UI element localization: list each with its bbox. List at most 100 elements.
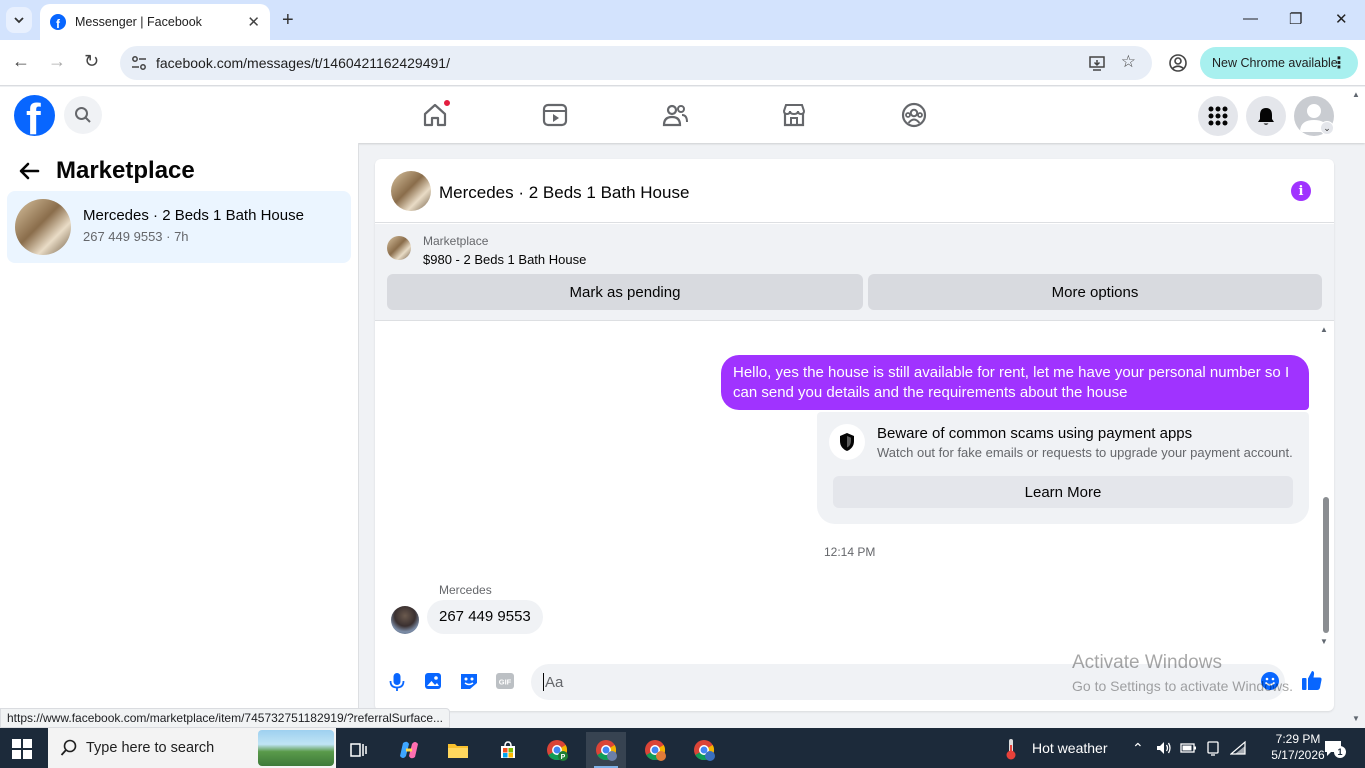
install-app-icon[interactable]	[1088, 54, 1106, 72]
clock-time: 7:29 PM	[1275, 732, 1321, 746]
restore-icon[interactable]: ❐	[1289, 10, 1302, 28]
notifications-button[interactable]	[1246, 96, 1286, 136]
battery-icon[interactable]	[1180, 740, 1198, 756]
chrome-profile-blue-icon[interactable]	[684, 732, 724, 768]
task-view-icon[interactable]	[339, 732, 379, 768]
facebook-top-nav: f	[0, 87, 1365, 143]
video-icon[interactable]	[541, 101, 569, 129]
more-options-button[interactable]: More options	[868, 274, 1322, 310]
chat-scrollbar-thumb[interactable]	[1323, 497, 1329, 633]
marketplace-icon[interactable]	[780, 101, 808, 129]
site-settings-icon[interactable]	[130, 54, 148, 72]
outgoing-message[interactable]: Hello, yes the house is still available …	[721, 355, 1309, 410]
microphone-icon[interactable]	[389, 672, 405, 692]
chat-panel: Mercedes · 2 Beds 1 Bath House i Marketp…	[375, 159, 1334, 711]
incoming-sender-name: Mercedes	[439, 583, 492, 597]
groups-icon[interactable]	[900, 101, 928, 129]
facebook-favicon-icon: f	[50, 14, 66, 30]
gif-icon[interactable]: GIF	[495, 672, 515, 690]
svg-text:P: P	[561, 754, 566, 761]
bookmark-star-icon[interactable]: ☆	[1121, 52, 1136, 72]
account-chevron-icon[interactable]: ⌄	[1320, 121, 1334, 135]
chrome-active-window-icon[interactable]	[586, 732, 626, 768]
window-close-icon[interactable]: ✕	[1335, 10, 1348, 28]
conversation-name: Mercedes · 2 Beds 1 Bath House	[83, 207, 304, 224]
speaker-icon[interactable]	[1156, 740, 1172, 756]
show-hidden-icons-chevron-icon[interactable]: ⌃	[1132, 740, 1144, 757]
shield-icon	[840, 433, 854, 451]
browser-tab-strip: f Messenger | Facebook ✕ + — ❐ ✕	[0, 0, 1365, 40]
warning-title: Beware of common scams using payment app…	[877, 425, 1193, 442]
activate-windows-watermark: Activate Windows Go to Settings to activ…	[1072, 652, 1293, 694]
chat-title[interactable]: Mercedes · 2 Beds 1 Bath House	[439, 183, 689, 203]
chrome-profile-icon[interactable]	[1168, 53, 1188, 73]
tab-search-button[interactable]	[6, 7, 32, 33]
back-arrow-icon[interactable]	[18, 160, 40, 182]
facebook-search-button[interactable]	[64, 96, 102, 134]
listing-mini-thumbnail[interactable]	[387, 236, 411, 260]
page-scroll-up-arrow-icon[interactable]: ▲	[1352, 90, 1360, 99]
chrome-profile-p-icon[interactable]: P	[537, 732, 577, 768]
sidebar-header: Marketplace	[18, 157, 195, 185]
microsoft-store-icon[interactable]	[488, 732, 528, 768]
sender-avatar[interactable]	[391, 606, 419, 634]
file-explorer-icon[interactable]	[438, 732, 478, 768]
menu-grid-button[interactable]	[1198, 96, 1238, 136]
url-text: facebook.com/messages/t/1460421162429491…	[156, 55, 450, 71]
new-chrome-available-button[interactable]: New Chrome available ⋮	[1200, 47, 1358, 79]
search-icon	[60, 739, 77, 756]
chrome-profile-orange-icon[interactable]	[635, 732, 675, 768]
taskbar-search-box[interactable]: Type here to search	[48, 728, 336, 768]
weather-text[interactable]: Hot weather	[1032, 740, 1107, 756]
notification-center-button[interactable]: 1	[1324, 739, 1346, 762]
conversation-item[interactable]: Mercedes · 2 Beds 1 Bath House 267 449 9…	[7, 191, 351, 263]
minimize-icon[interactable]: —	[1243, 10, 1258, 27]
back-arrow-icon[interactable]: ←	[12, 51, 30, 72]
new-chrome-label: New Chrome available	[1212, 56, 1338, 70]
copilot-icon[interactable]	[389, 732, 429, 768]
taskbar-clock[interactable]: 7:29 PM 5/17/2026	[1270, 731, 1326, 763]
forward-arrow-icon[interactable]: →	[48, 51, 66, 72]
new-tab-button[interactable]: +	[282, 9, 294, 32]
message-timestamp: 12:14 PM	[824, 545, 876, 559]
browser-tab[interactable]: f Messenger | Facebook ✕	[40, 4, 270, 40]
windows-start-icon[interactable]	[12, 739, 32, 759]
listing-price-title[interactable]: $980 - 2 Beds 1 Bath House	[423, 252, 586, 267]
conversation-preview: 267 449 9553 · 7h	[83, 229, 189, 244]
scroll-up-arrow-icon[interactable]: ▲	[1320, 325, 1328, 334]
close-tab-icon[interactable]: ✕	[247, 13, 260, 31]
chrome-menu-icon[interactable]: ⋮	[1331, 53, 1347, 73]
browser-toolbar: ← → ↻ facebook.com/messages/t/1460421162…	[0, 40, 1365, 86]
address-bar[interactable]: facebook.com/messages/t/1460421162429491…	[120, 46, 1152, 80]
thermometer-icon[interactable]	[1004, 737, 1018, 761]
sticker-icon[interactable]	[459, 672, 479, 690]
mark-as-pending-button[interactable]: Mark as pending	[387, 274, 863, 310]
learn-more-button[interactable]: Learn More	[833, 476, 1293, 508]
scroll-down-arrow-icon[interactable]: ▼	[1320, 637, 1328, 646]
conversation-sidebar: Marketplace Mercedes · 2 Beds 1 Bath Hou…	[0, 143, 359, 728]
menu-grid-icon	[1208, 106, 1228, 126]
warning-body: Watch out for fake emails or requests to…	[877, 445, 1293, 460]
taskbar-search-placeholder: Type here to search	[86, 740, 215, 756]
search-highlight-image[interactable]	[258, 730, 334, 766]
shield-icon-wrap	[829, 424, 865, 460]
sidebar-title: Marketplace	[56, 157, 195, 184]
chat-listing-thumbnail[interactable]	[391, 171, 431, 211]
text-caret	[543, 673, 544, 691]
wifi-icon[interactable]	[1230, 740, 1246, 756]
listing-source: Marketplace	[423, 234, 489, 248]
page-scroll-down-arrow-icon[interactable]: ▼	[1352, 714, 1360, 723]
thumbs-up-icon[interactable]	[1301, 669, 1323, 691]
windows-taskbar: Type here to search P Hot weather ⌃ 7:29…	[0, 728, 1365, 768]
svg-text:GIF: GIF	[499, 678, 512, 687]
photo-icon[interactable]	[424, 672, 442, 690]
friends-icon[interactable]	[661, 101, 689, 129]
incoming-message[interactable]: 267 449 9553	[427, 600, 543, 634]
facebook-logo-icon[interactable]: f	[14, 95, 55, 136]
info-icon[interactable]: i	[1291, 181, 1311, 201]
network-device-icon[interactable]	[1205, 740, 1221, 756]
scam-warning-card: Beware of common scams using payment app…	[817, 412, 1309, 524]
chevron-down-icon	[14, 17, 24, 24]
reload-icon[interactable]: ↻	[84, 51, 99, 72]
home-notification-dot	[443, 99, 451, 107]
